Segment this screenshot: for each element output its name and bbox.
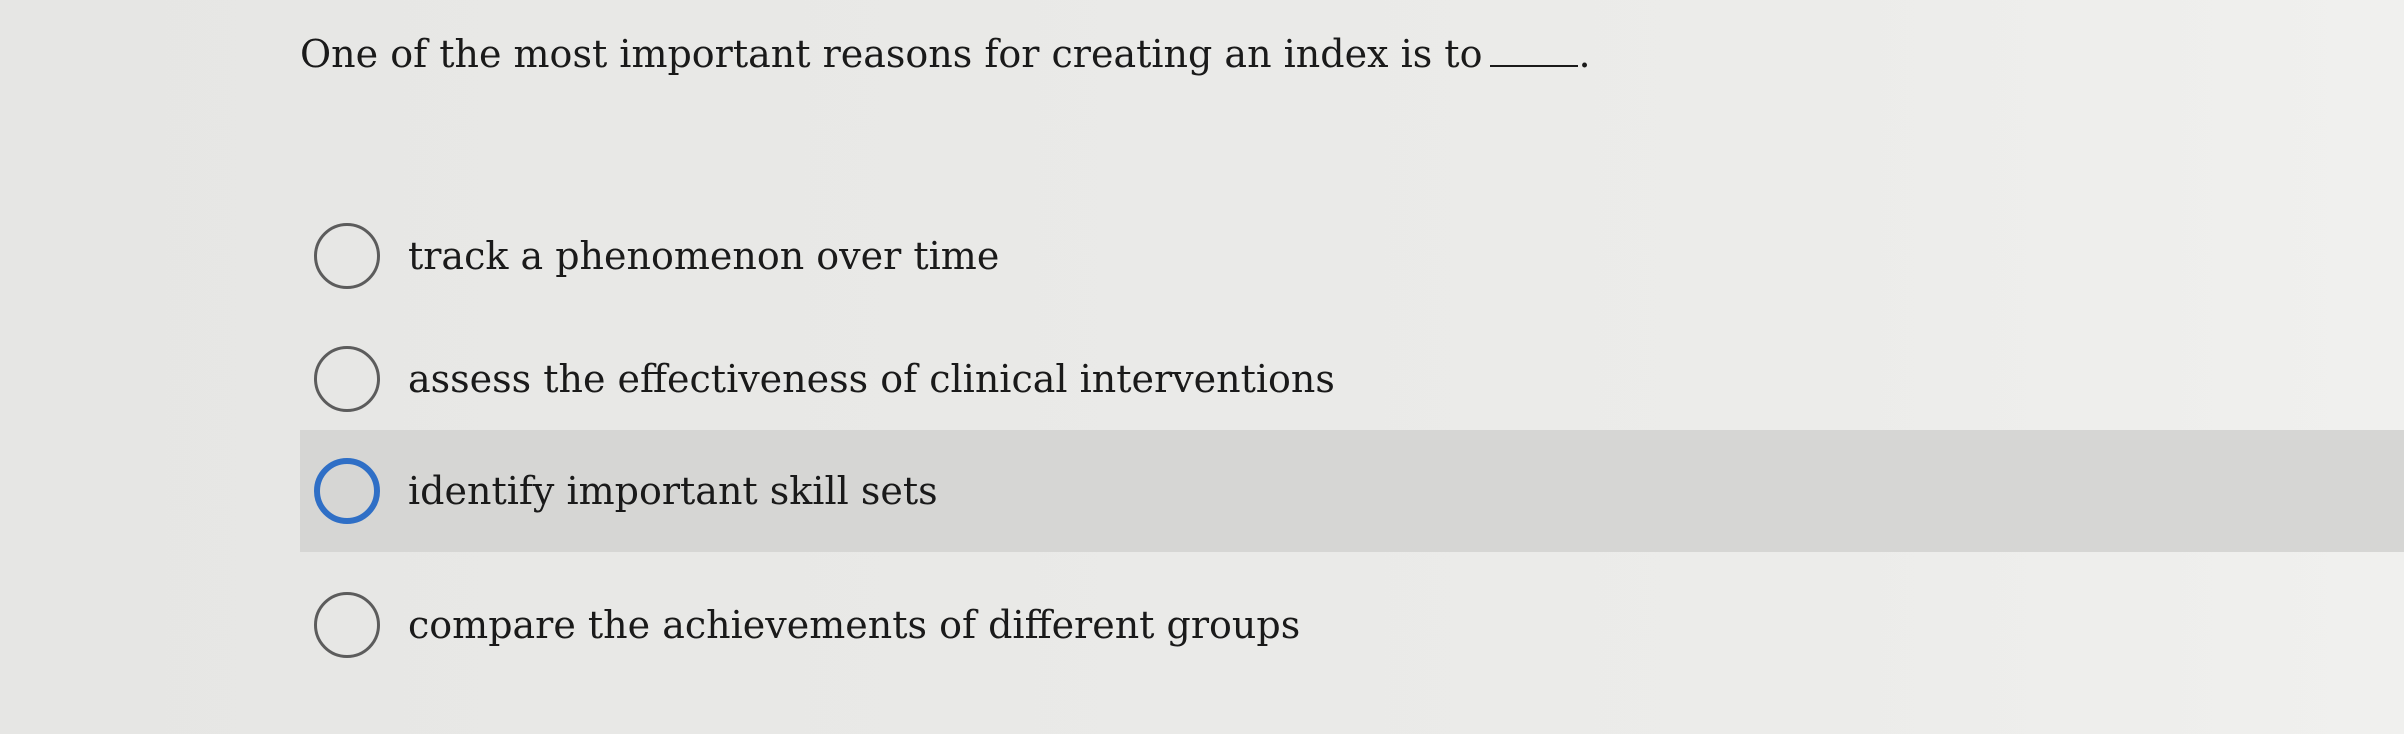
radio-button-icon[interactable] — [314, 346, 380, 412]
option-label: assess the effectiveness of clinical int… — [408, 357, 1335, 401]
radio-button-icon[interactable] — [314, 223, 380, 289]
answer-option-3[interactable]: identify important skill sets — [300, 430, 2404, 552]
radio-button-icon[interactable] — [314, 592, 380, 658]
radio-button-icon[interactable] — [314, 458, 380, 524]
question-prompt: One of the most important reasons for cr… — [300, 22, 1591, 86]
answer-blank — [1490, 25, 1579, 67]
option-label: track a phenomenon over time — [408, 234, 1000, 278]
question-text: One of the most important reasons for cr… — [300, 32, 1483, 76]
question-period: . — [1578, 32, 1591, 76]
option-label: identify important skill sets — [408, 469, 938, 513]
option-label: compare the achievements of different gr… — [408, 603, 1301, 647]
